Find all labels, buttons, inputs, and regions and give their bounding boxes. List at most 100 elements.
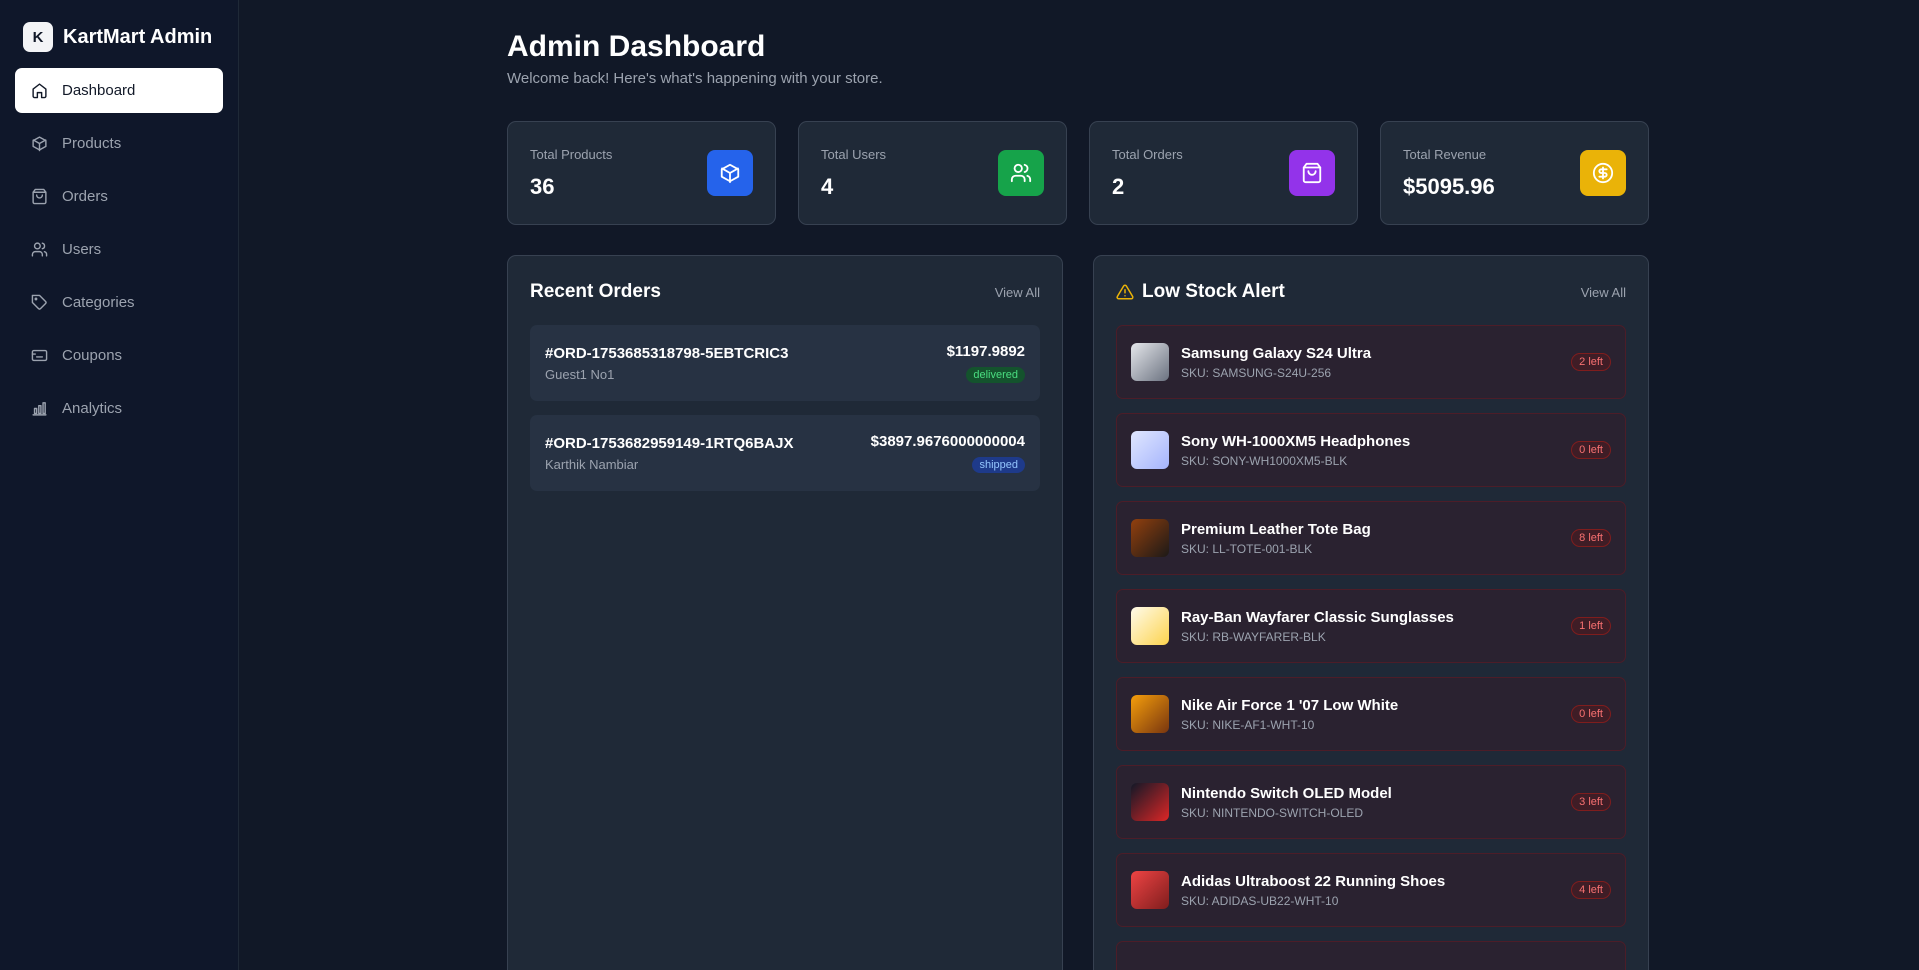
stat-value: $5095.96 — [1403, 173, 1495, 199]
order-id: #ORD-1753685318798-5EBTCRIC3 — [545, 344, 789, 362]
stock-item[interactable]: Samsung Galaxy S24 Ultra SKU: SAMSUNG-S2… — [1116, 325, 1626, 399]
stat-card-orders: Total Orders 2 — [1089, 121, 1358, 225]
status-badge: delivered — [966, 367, 1025, 383]
product-thumbnail — [1131, 871, 1169, 909]
stat-value: 4 — [821, 173, 834, 199]
sidebar-item-users[interactable]: Users — [15, 227, 223, 272]
view-all-stock-link[interactable]: View All — [1581, 285, 1626, 300]
bar-chart-icon — [32, 402, 47, 416]
sidebar-item-label: Analytics — [62, 400, 123, 417]
product-name: Ray-Ban Wayfarer Classic Sunglasses — [1181, 608, 1454, 626]
stat-label: Total Products — [530, 146, 613, 162]
sidebar-nav: Dashboard Products Orders Users Categori… — [15, 68, 223, 431]
sidebar: K KartMart Admin Dashboard Products Orde… — [0, 0, 239, 970]
product-thumbnail — [1131, 343, 1169, 381]
box-icon — [32, 136, 47, 152]
stock-item[interactable]: Sony WH-1000XM5 Headphones SKU: SONY-WH1… — [1116, 413, 1626, 487]
order-id: #ORD-1753682959149-1RTQ6BAJX — [545, 434, 794, 452]
stat-card-users: Total Users 4 — [798, 121, 1067, 225]
product-thumbnail — [1131, 607, 1169, 645]
shopping-bag-icon — [1289, 150, 1335, 196]
brand-name: KartMart Admin — [63, 25, 213, 48]
product-name: Nintendo Switch OLED Model — [1181, 784, 1392, 802]
warning-icon — [1116, 284, 1134, 300]
stock-item[interactable]: Nike Air Force 1 '07 Low White SKU: NIKE… — [1116, 677, 1626, 751]
product-thumbnail — [1131, 519, 1169, 557]
order-customer: Guest1 No1 — [545, 366, 615, 382]
status-badge: shipped — [972, 457, 1025, 473]
stat-label: Total Users — [821, 146, 887, 162]
order-amount: $1197.9892 — [946, 343, 1025, 360]
product-sku: SKU: RB-WAYFARER-BLK — [1181, 629, 1326, 644]
page-subtitle: Welcome back! Here's what's happening wi… — [507, 70, 883, 87]
stat-label: Total Orders — [1112, 146, 1183, 162]
product-name: Samsung Galaxy S24 Ultra — [1181, 344, 1372, 362]
product-thumbnail — [1131, 695, 1169, 733]
stat-label: Total Revenue — [1403, 146, 1487, 162]
product-thumbnail — [1131, 783, 1169, 821]
product-sku: SKU: LL-TOTE-001-BLK — [1181, 541, 1313, 556]
stock-count-badge: 1 left — [1571, 617, 1611, 635]
page-title: Admin Dashboard — [507, 30, 766, 63]
stock-item[interactable]: Ray-Ban Wayfarer Classic Sunglasses SKU:… — [1116, 589, 1626, 663]
stat-value: 2 — [1112, 173, 1125, 199]
app-root: K KartMart Admin Dashboard Products Orde… — [0, 0, 1919, 970]
ticket-icon — [31, 349, 48, 362]
product-name: Premium Leather Tote Bag — [1181, 520, 1371, 538]
view-all-orders-link[interactable]: View All — [995, 285, 1040, 300]
stat-value: 36 — [530, 173, 555, 199]
stock-item[interactable]: Premium Leather Tote Bag SKU: LL-TOTE-00… — [1116, 501, 1626, 575]
recent-orders-panel: Recent Orders View All #ORD-175368531879… — [507, 255, 1063, 970]
stock-item[interactable]: Nintendo Switch OLED Model SKU: NINTENDO… — [1116, 765, 1626, 839]
stock-count-badge: 4 left — [1571, 881, 1611, 899]
sidebar-item-analytics[interactable]: Analytics — [15, 386, 223, 431]
shopping-bag-icon — [32, 188, 47, 205]
product-sku: SKU: SAMSUNG-S24U-256 — [1181, 365, 1332, 380]
sidebar-item-products[interactable]: Products — [15, 121, 223, 166]
stock-count-badge: 0 left — [1571, 441, 1611, 459]
sidebar-item-label: Users — [62, 241, 102, 258]
sidebar-item-categories[interactable]: Categories — [15, 280, 223, 325]
stock-item[interactable] — [1116, 941, 1626, 970]
order-amount: $3897.9676000000004 — [870, 433, 1025, 450]
product-sku: SKU: NINTENDO-SWITCH-OLED — [1181, 805, 1364, 820]
stock-count-badge: 8 left — [1571, 529, 1611, 547]
sidebar-item-orders[interactable]: Orders — [15, 174, 223, 219]
panel-title: Recent Orders — [530, 281, 661, 302]
sidebar-item-coupons[interactable]: Coupons — [15, 333, 223, 378]
panel-title-text: Low Stock Alert — [1142, 281, 1285, 302]
product-sku: SKU: ADIDAS-UB22-WHT-10 — [1181, 893, 1339, 908]
users-icon — [998, 150, 1044, 196]
order-customer: Karthik Nambiar — [545, 456, 639, 472]
sidebar-item-dashboard[interactable]: Dashboard — [15, 68, 223, 113]
low-stock-panel: Low Stock Alert View All Samsung Galaxy … — [1093, 255, 1649, 970]
panels-row: Recent Orders View All #ORD-175368531879… — [507, 255, 1919, 970]
box-icon — [707, 150, 753, 196]
users-icon — [31, 242, 48, 257]
sidebar-item-label: Categories — [62, 294, 135, 311]
home-icon — [32, 83, 47, 99]
product-name: Sony WH-1000XM5 Headphones — [1181, 432, 1411, 450]
sidebar-item-label: Products — [62, 135, 122, 152]
product-name: Adidas Ultraboost 22 Running Shoes — [1181, 872, 1446, 890]
stock-count-badge: 0 left — [1571, 705, 1611, 723]
stats-row: Total Products 36 Total Users 4 Total Or… — [507, 121, 1919, 225]
order-row[interactable]: #ORD-1753685318798-5EBTCRIC3 Guest1 No1 … — [530, 325, 1040, 401]
brand-logo: K — [23, 22, 53, 52]
sidebar-item-label: Coupons — [62, 347, 123, 364]
order-row[interactable]: #ORD-1753682959149-1RTQ6BAJX Karthik Nam… — [530, 415, 1040, 491]
dollar-icon — [1580, 150, 1626, 196]
stat-card-products: Total Products 36 — [507, 121, 776, 225]
product-sku: SKU: NIKE-AF1-WHT-10 — [1181, 717, 1315, 732]
sidebar-item-label: Orders — [62, 188, 108, 205]
product-name: Nike Air Force 1 '07 Low White — [1181, 696, 1399, 714]
stock-count-badge: 2 left — [1571, 353, 1611, 371]
tag-icon — [31, 294, 47, 310]
stock-count-badge: 3 left — [1571, 793, 1611, 811]
product-thumbnail — [1131, 431, 1169, 469]
product-sku: SKU: SONY-WH1000XM5-BLK — [1181, 453, 1348, 468]
stock-item[interactable]: Adidas Ultraboost 22 Running Shoes SKU: … — [1116, 853, 1626, 927]
panel-title: Low Stock Alert — [1116, 281, 1285, 303]
stat-card-revenue: Total Revenue $5095.96 — [1380, 121, 1649, 225]
brand[interactable]: K KartMart Admin — [15, 22, 223, 52]
